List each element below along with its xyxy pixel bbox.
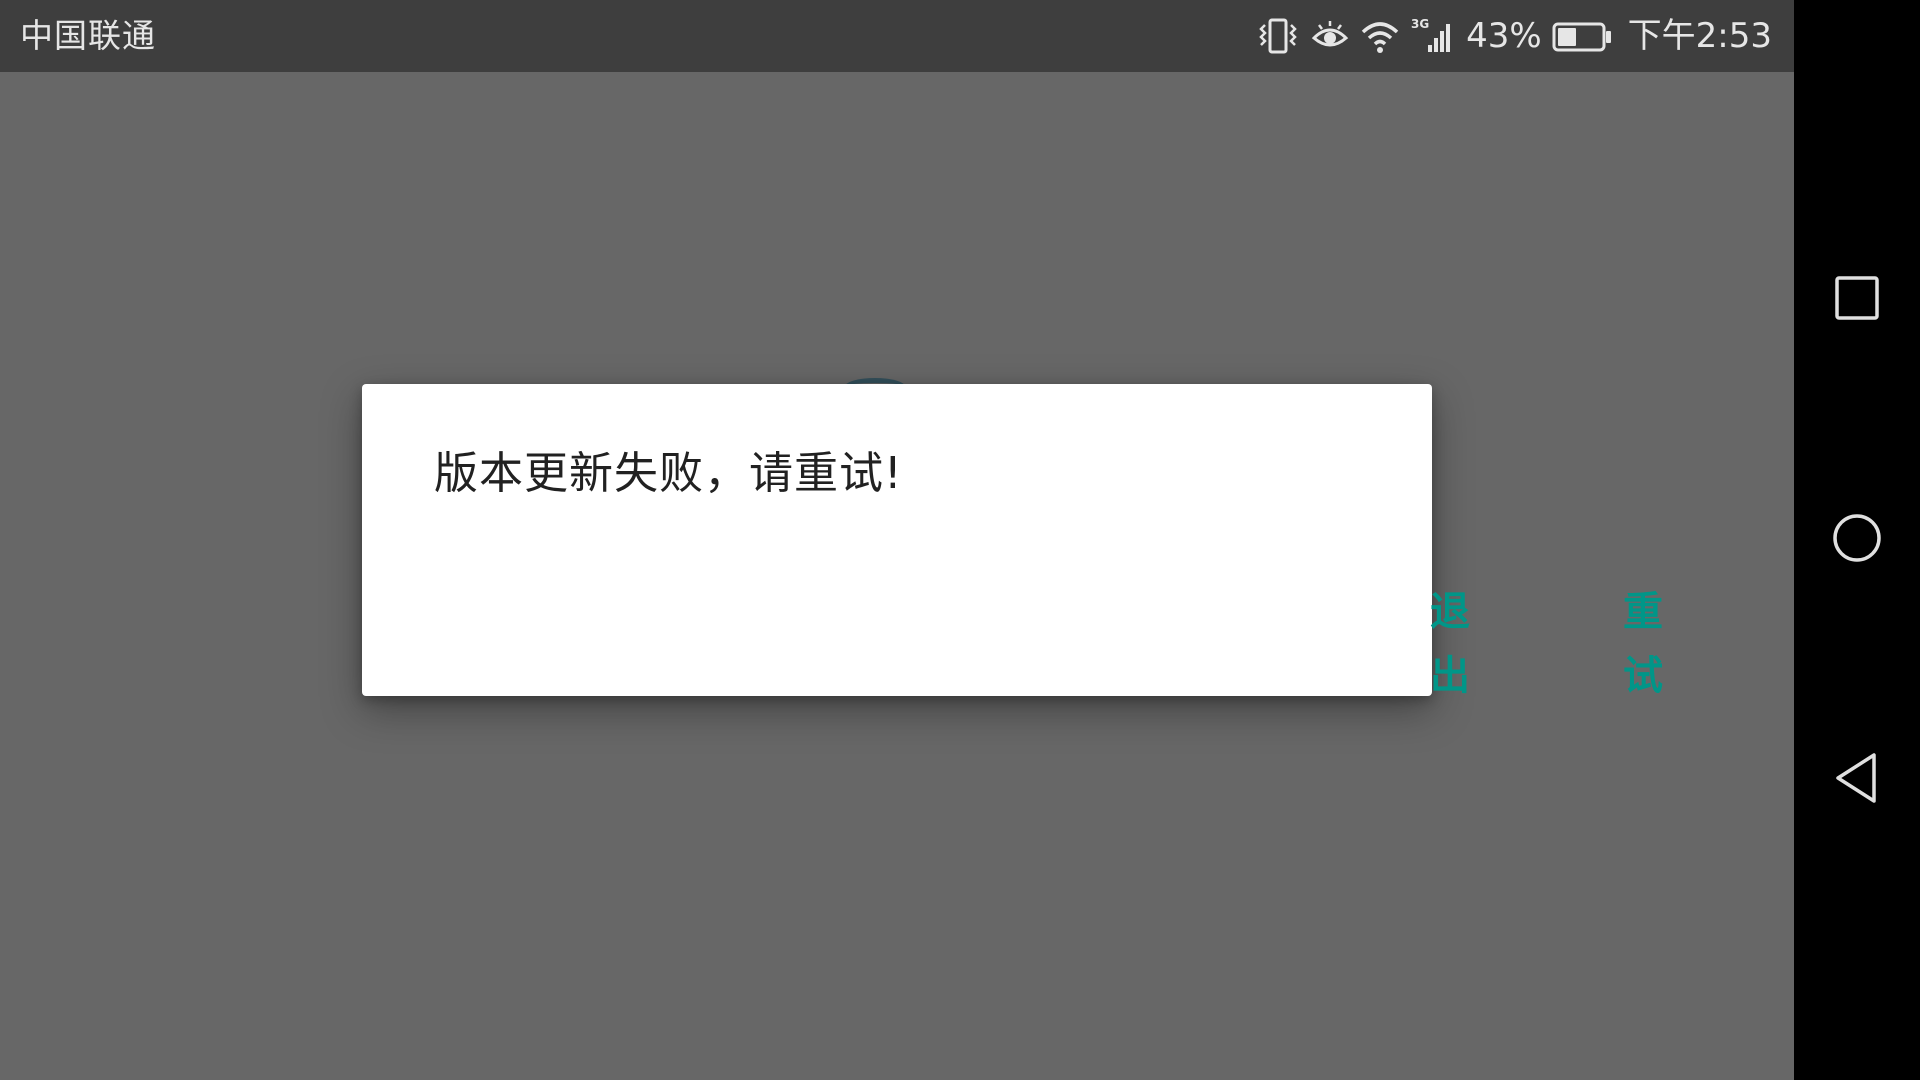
- update-failed-dialog: 版本更新失败，请重试! 退出 重试: [362, 384, 1663, 699]
- retry-button[interactable]: 重试: [1607, 580, 1682, 699]
- signal-icon: 3G: [1410, 16, 1456, 56]
- home-icon: [1830, 511, 1884, 569]
- eye-comfort-icon: [1310, 16, 1350, 56]
- status-bar: 中国联通 3G 43% 下午2:53: [0, 0, 1794, 72]
- recents-icon: [1832, 273, 1882, 327]
- wifi-icon: [1360, 16, 1400, 56]
- back-button[interactable]: [1817, 740, 1897, 820]
- navigation-bar: [1794, 0, 1920, 1080]
- vibrate-icon: [1256, 16, 1300, 56]
- network-type-label: 3G: [1411, 17, 1429, 31]
- carrier-name: 中国联通: [20, 16, 156, 55]
- clock: 下午2:53: [1627, 16, 1772, 56]
- dialog-message: 版本更新失败，请重试!: [434, 448, 903, 499]
- back-icon: [1830, 751, 1884, 809]
- battery-percent: 43%: [1466, 16, 1542, 56]
- exit-button[interactable]: 退出: [1414, 580, 1489, 699]
- recents-button[interactable]: [1817, 260, 1897, 340]
- status-icons-group: 3G 43% 下午2:53: [1256, 12, 1772, 60]
- home-button[interactable]: [1817, 500, 1897, 580]
- phone-screen: 中国联通 3G 43% 下午2:53 版本更新失败，请重试! 退出 重试: [0, 0, 1920, 1080]
- battery-icon: [1552, 16, 1614, 56]
